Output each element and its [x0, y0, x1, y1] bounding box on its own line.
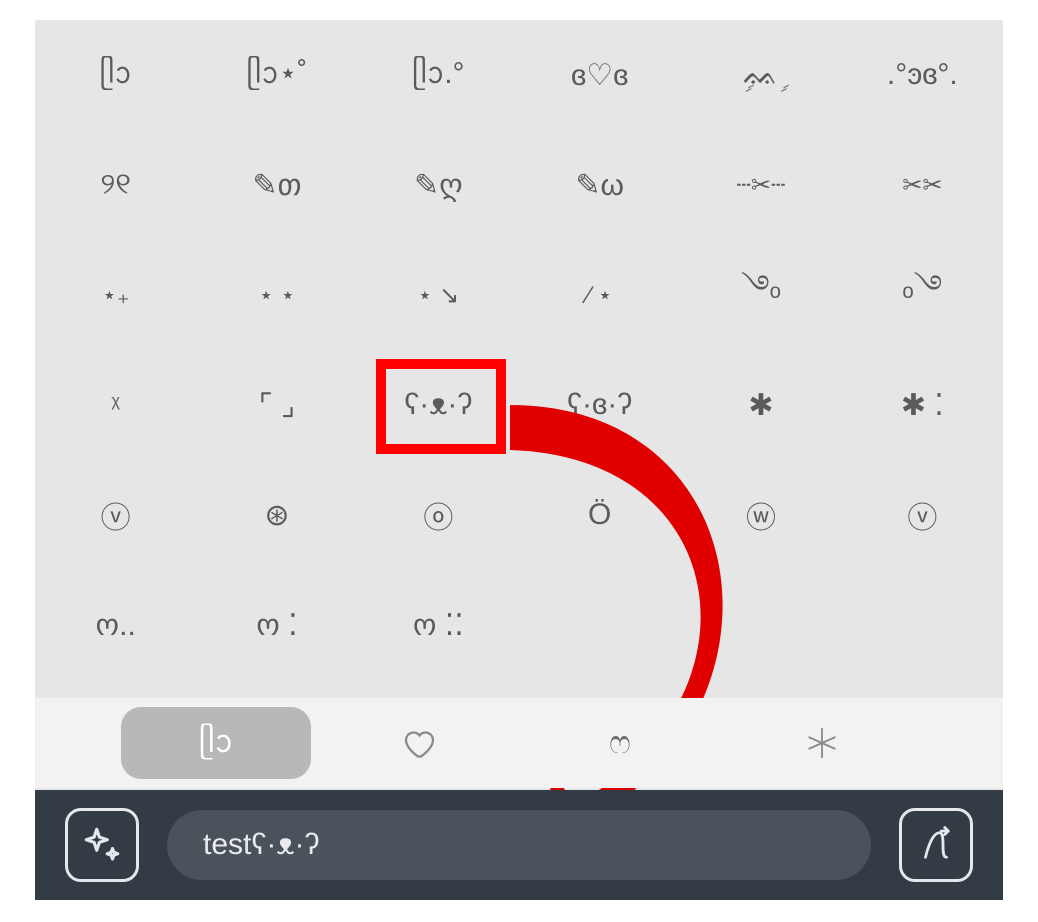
symbol-cell[interactable]: ᥫᩣ.°	[358, 20, 519, 130]
symbol-cell[interactable]: ო..	[35, 570, 196, 680]
symbol-cell[interactable]: ᵡ	[35, 350, 196, 460]
symbol-cell[interactable]: ᥫᩣ⋆˚	[196, 20, 357, 130]
text-input[interactable]: testʕ·ᴥ·ʔ	[167, 810, 871, 880]
symbol-cell[interactable]: ⋆₊	[35, 240, 196, 350]
font-style-icon	[915, 824, 957, 866]
symbol-cell[interactable]: ⓥ	[35, 460, 196, 570]
symbol-cell[interactable]: ⋆ ↘	[358, 240, 519, 350]
symbol-cell[interactable]	[842, 570, 1003, 680]
bottom-bar: testʕ·ᴥ·ʔ	[35, 790, 1003, 900]
symbol-cell[interactable]: ࿓ₒ	[680, 240, 841, 350]
symbol-cell[interactable]: ✎ω	[519, 130, 680, 240]
heart-icon	[400, 725, 436, 761]
sparkles-button[interactable]	[65, 808, 139, 882]
symbol-cell[interactable]: .°ͽɞ°.	[842, 20, 1003, 130]
symbol-cell[interactable]: ო ⁚	[196, 570, 357, 680]
symbol-cell[interactable]: ✂✂	[842, 130, 1003, 240]
symbol-cell[interactable]: ₒ࿓	[842, 240, 1003, 350]
symbol-cell[interactable]: ⋆ ⋆	[196, 240, 357, 350]
symbol-cell[interactable]: ∕ ⋆	[519, 240, 680, 350]
input-value: testʕ·ᴥ·ʔ	[203, 828, 320, 862]
symbol-cell[interactable]: ✎ღ	[358, 130, 519, 240]
symbol-cell[interactable]: ✱	[680, 350, 841, 460]
star-icon	[804, 725, 840, 761]
tab-category-2[interactable]	[323, 707, 513, 779]
symbol-cell[interactable]: Ö	[519, 460, 680, 570]
symbol-cell[interactable]	[680, 570, 841, 680]
symbol-cell[interactable]	[519, 570, 680, 680]
symbol-cell[interactable]: ✎თ	[196, 130, 357, 240]
sparkles-icon	[81, 824, 123, 866]
tab-category-3[interactable]: ෆ	[525, 707, 715, 779]
symbol-cell[interactable]: ო ⁚⁚	[358, 570, 519, 680]
symbol-cell[interactable]: ୨୧	[35, 130, 196, 240]
symbol-cell[interactable]: ┄✂┄	[680, 130, 841, 240]
symbol-cell[interactable]: ɞ♡ɞ	[519, 20, 680, 130]
category-tabs: ᥫᩣ ෆ	[35, 698, 1003, 788]
symbol-cell[interactable]: ✱ ⁚	[842, 350, 1003, 460]
symbol-cell[interactable]: ᥫᩣ	[35, 20, 196, 130]
symbol-cell[interactable]: ʕ·ᴥ·ʔ	[358, 350, 519, 460]
symbol-cell[interactable]: ⓥ	[842, 460, 1003, 570]
font-style-button[interactable]	[899, 808, 973, 882]
symbol-cell[interactable]: ⓦ	[680, 460, 841, 570]
tab-category-4[interactable]	[727, 707, 917, 779]
symbol-cell[interactable]: ࣲᨐࣲ	[680, 20, 841, 130]
tab-category-1[interactable]: ᥫᩣ	[121, 707, 311, 779]
symbol-cell[interactable]: ʕ·ɞ·ʔ	[519, 350, 680, 460]
symbol-cell[interactable]: ⓞ	[358, 460, 519, 570]
symbol-cell[interactable]: ⊛	[196, 460, 357, 570]
symbol-grid: ᥫᩣ ᥫᩣ⋆˚ ᥫᩣ.° ɞ♡ɞ ࣲᨐࣲ .°ͽɞ°. ୨୧ ✎თ ✎ღ ✎ω …	[35, 20, 1003, 680]
symbol-cell[interactable]: ⌜ ⌟	[196, 350, 357, 460]
